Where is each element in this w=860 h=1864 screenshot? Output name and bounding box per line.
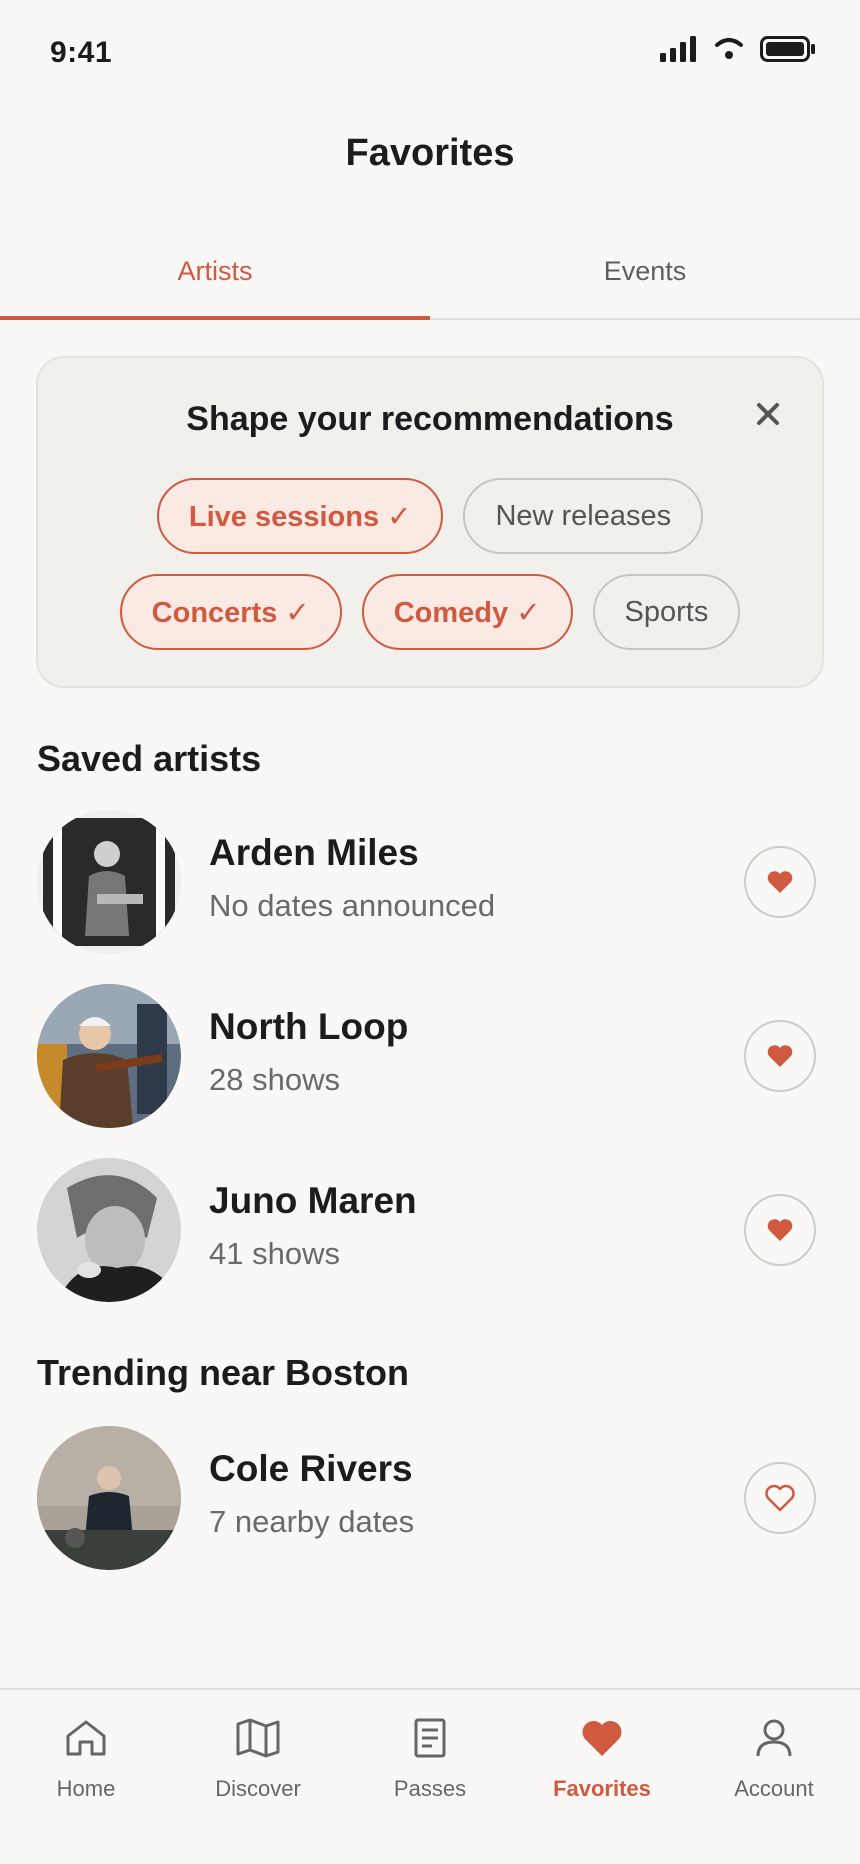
chips-row: Live sessions ✓ New releases (38, 478, 822, 554)
page-title: Favorites (345, 132, 515, 174)
artist-show-count: 41 shows (209, 1236, 340, 1271)
recommendations-card: Shape your recommendations Live sessions… (36, 356, 824, 688)
chip-sports[interactable]: Sports (592, 574, 741, 650)
wifi-icon (715, 38, 743, 59)
map-icon (236, 1718, 280, 1758)
recommendations-title: Shape your recommendations (186, 400, 674, 438)
nav-label: Favorites (553, 1776, 651, 1801)
saved-artists-heading: Saved artists (37, 738, 262, 779)
artist-avatar (37, 1426, 181, 1570)
artist-row[interactable]: Arden Miles No dates announced (0, 810, 860, 960)
chip-comedy[interactable]: Comedy ✓ (361, 574, 573, 650)
tab-bar: Artists Events (0, 240, 860, 320)
signal-icon (660, 36, 696, 62)
chip-new-releases[interactable]: New releases (463, 478, 704, 554)
favorite-button[interactable] (744, 1194, 816, 1266)
nav-label: Home (56, 1776, 116, 1801)
artist-show-count: 28 shows (209, 1062, 340, 1097)
heart-outline-icon (765, 1484, 795, 1512)
status-bar: 9:41 (0, 0, 860, 110)
home-icon (66, 1720, 106, 1756)
artist-status: No dates announced (209, 888, 496, 923)
nav-account[interactable]: Account (688, 1690, 860, 1864)
heart-filled-icon (767, 1045, 793, 1067)
battery-icon (760, 36, 815, 62)
heart-filled-icon (767, 871, 793, 893)
heart-filled-icon (767, 1219, 793, 1241)
artist-name: Arden Miles (209, 832, 419, 873)
artist-avatar (37, 984, 181, 1128)
nav-label: Account (734, 1776, 814, 1801)
close-icon[interactable] (750, 396, 786, 432)
artist-name: Cole Rivers (209, 1448, 413, 1489)
tab-artists[interactable]: Artists (0, 240, 430, 320)
bottom-nav: Home Discover Passes Favorites Account (0, 1688, 860, 1864)
heart-icon (582, 1720, 622, 1756)
tab-events[interactable]: Events (430, 240, 860, 318)
nav-favorites[interactable]: Favorites (516, 1690, 688, 1864)
ticket-icon (414, 1718, 446, 1758)
favorite-button[interactable] (744, 846, 816, 918)
artist-row[interactable]: North Loop 28 shows (0, 984, 860, 1134)
artist-name: North Loop (209, 1006, 409, 1047)
nav-label: Passes (393, 1776, 467, 1801)
trending-heading: Trending near Boston (37, 1352, 410, 1393)
artist-nearby-dates: 7 nearby dates (209, 1504, 415, 1539)
nav-passes[interactable]: Passes (344, 1690, 516, 1864)
artist-row[interactable]: Cole Rivers 7 nearby dates (0, 1426, 860, 1576)
artist-avatar (37, 1158, 181, 1302)
person-icon (756, 1719, 792, 1757)
artist-row[interactable]: Juno Maren 41 shows (0, 1158, 860, 1308)
status-icons (660, 36, 816, 62)
artist-avatar (37, 810, 181, 954)
chip-concerts[interactable]: Concerts ✓ (119, 574, 342, 650)
nav-label: Discover (215, 1776, 301, 1801)
artist-name: Juno Maren (209, 1180, 417, 1221)
favorite-button[interactable] (744, 1462, 816, 1534)
chips-row: Concerts ✓ Comedy ✓ Sports (38, 574, 822, 650)
nav-home[interactable]: Home (0, 1690, 172, 1864)
chip-live-sessions[interactable]: Live sessions ✓ (156, 478, 444, 554)
nav-discover[interactable]: Discover (172, 1690, 344, 1864)
status-time: 9:41 (50, 36, 113, 69)
favorite-button[interactable] (744, 1020, 816, 1092)
